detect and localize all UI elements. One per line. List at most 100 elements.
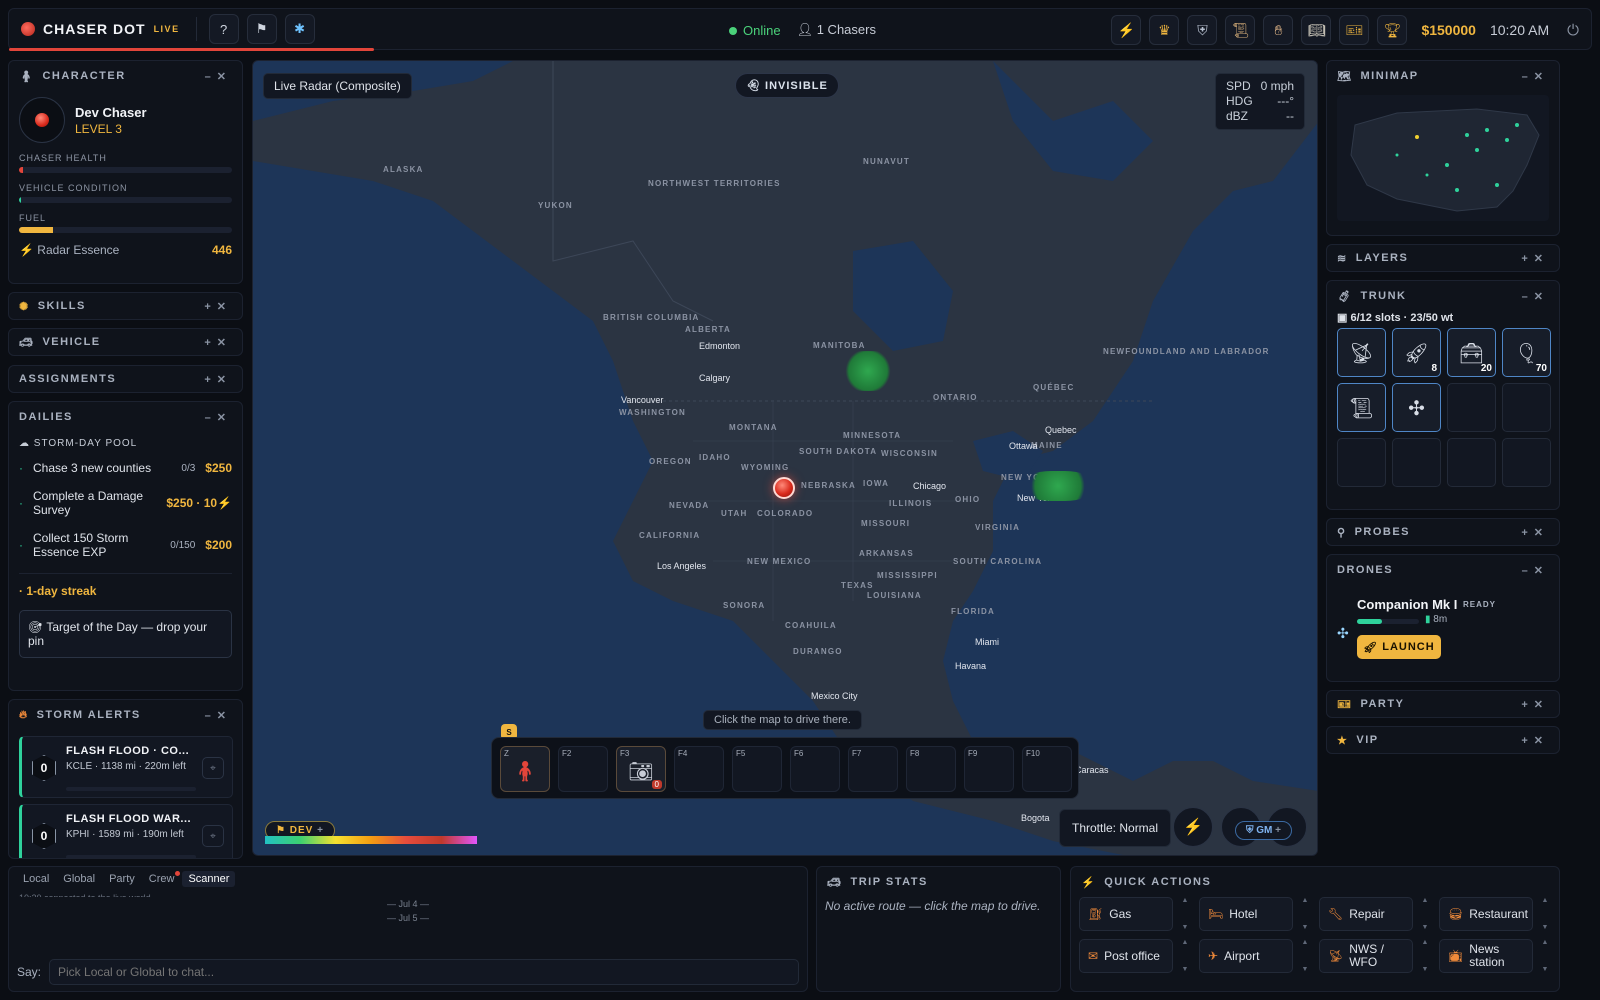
hotbar-slot[interactable]: F4 bbox=[674, 746, 724, 792]
trunk-slot[interactable] bbox=[1392, 438, 1441, 487]
skills-panel[interactable]: ✺ SKILLS +✕ bbox=[8, 292, 243, 320]
panel-controls[interactable]: +✕ bbox=[1521, 698, 1549, 711]
post-office-button[interactable]: ✉︎ Post office bbox=[1079, 939, 1173, 973]
hotbar-slot[interactable]: F8 bbox=[906, 746, 956, 792]
hotbar-slot[interactable]: F7 bbox=[848, 746, 898, 792]
target-of-day-button[interactable]: 🎯︎ Target of the Day — drop your pin bbox=[19, 610, 232, 658]
panel-controls[interactable]: –✕ bbox=[1522, 70, 1549, 83]
settings-button[interactable]: ✱ bbox=[284, 14, 315, 44]
storm-alert-card[interactable]: 0 FLASH FLOOD WAR... KPHI · 1589 mi · 190m… bbox=[19, 804, 233, 858]
layers-panel[interactable]: ≋ LAYERS +✕ bbox=[1326, 244, 1560, 272]
sort-arrows[interactable]: ▲ ▼ bbox=[1297, 897, 1313, 931]
panel-controls[interactable]: –✕ bbox=[205, 70, 232, 83]
hand-button[interactable]: ✋︎ bbox=[1263, 15, 1294, 45]
trunk-slot[interactable]: 🎈︎ 70 bbox=[1502, 328, 1551, 377]
hotbar-slot[interactable]: F10 bbox=[1022, 746, 1072, 792]
person-icon: 👤︎ bbox=[796, 22, 814, 37]
nws-button[interactable]: 📡︎ NWS / WFO bbox=[1319, 939, 1413, 973]
panel-controls[interactable]: –✕ bbox=[205, 709, 232, 722]
assignments-panel[interactable]: ASSIGNMENTS +✕ bbox=[8, 365, 243, 393]
panel-controls[interactable]: +✕ bbox=[1521, 252, 1549, 265]
shield-button[interactable]: ⛨ bbox=[1187, 15, 1218, 45]
repair-button[interactable]: 🔧︎ Repair bbox=[1319, 897, 1413, 931]
book-button[interactable]: 📖︎ bbox=[1301, 15, 1332, 45]
daily-item[interactable]: · Chase 3 new counties 0/3 $250 bbox=[19, 461, 232, 475]
chat-tab-local[interactable]: Local bbox=[17, 871, 55, 887]
hotbar-key: F5 bbox=[736, 749, 746, 758]
daily-item[interactable]: · Collect 150 Storm Essence EXP 0/150 $200 bbox=[19, 531, 232, 559]
sort-arrows[interactable]: ▲ ▼ bbox=[1177, 939, 1193, 973]
trophy-button[interactable]: 🏆︎ bbox=[1377, 15, 1408, 45]
chat-tab-party[interactable]: Party bbox=[103, 871, 141, 887]
panel-controls[interactable]: +✕ bbox=[204, 373, 232, 386]
scroll-button[interactable]: 📜︎ bbox=[1225, 15, 1256, 45]
gas-button[interactable]: ⛽︎ Gas bbox=[1079, 897, 1173, 931]
sort-arrows[interactable]: ▲ ▼ bbox=[1537, 897, 1553, 931]
trunk-slot[interactable] bbox=[1447, 438, 1496, 487]
daily-item[interactable]: · Complete a Damage Survey $250 · 10⚡ bbox=[19, 489, 232, 517]
trunk-slot[interactable] bbox=[1502, 438, 1551, 487]
panel-controls[interactable]: +✕ bbox=[1521, 526, 1549, 539]
hotel-button[interactable]: 🛏︎ Hotel bbox=[1199, 897, 1293, 931]
hotbar-slot[interactable]: F6 bbox=[790, 746, 840, 792]
vehicle-panel[interactable]: 🚙︎ VEHICLE +✕ bbox=[8, 328, 243, 356]
panel-controls[interactable]: –✕ bbox=[1522, 290, 1549, 303]
hotbar-slot[interactable]: F3 📷︎ 0 bbox=[616, 746, 666, 792]
sort-arrows[interactable]: ▲ ▼ bbox=[1417, 897, 1433, 931]
panel-controls[interactable]: –✕ bbox=[1522, 564, 1549, 577]
trunk-slot[interactable]: 🧰︎ 20 bbox=[1447, 328, 1496, 377]
sort-arrows[interactable]: ▲ ▼ bbox=[1537, 939, 1553, 973]
trunk-slot[interactable]: ✣ bbox=[1392, 383, 1441, 432]
chat-tab-global[interactable]: Global bbox=[57, 871, 101, 887]
settings-icon: ✱ bbox=[294, 21, 306, 36]
trunk-slot[interactable]: 📡︎ bbox=[1337, 328, 1386, 377]
trunk-slot[interactable]: 📜︎ bbox=[1337, 383, 1386, 432]
hotbar-key: F9 bbox=[968, 749, 978, 758]
trunk-slot[interactable]: 🚀︎ 8 bbox=[1392, 328, 1441, 377]
trunk-slot[interactable] bbox=[1337, 438, 1386, 487]
locate-button[interactable]: ⌖ bbox=[202, 825, 224, 847]
news-station-button[interactable]: 📺︎ News station bbox=[1439, 939, 1533, 973]
airport-button[interactable]: ✈︎ Airport bbox=[1199, 939, 1293, 973]
sort-arrows[interactable]: ▲ ▼ bbox=[1177, 897, 1193, 931]
trunk-slot[interactable] bbox=[1447, 383, 1496, 432]
chat-tab-crew[interactable]: Crew bbox=[143, 871, 181, 887]
boost-button[interactable]: ⚡ bbox=[1173, 807, 1213, 847]
bolt-button[interactable]: ⚡ bbox=[1111, 15, 1142, 45]
storm-alert-card[interactable]: 0 FLASH FLOOD · CO... KCLE · 1138 mi · 220… bbox=[19, 736, 233, 798]
alert-title: FLASH FLOOD · CO... bbox=[66, 745, 190, 757]
panel-controls[interactable]: +✕ bbox=[204, 336, 232, 349]
party-panel[interactable]: 🎫︎ PARTY +✕ bbox=[1326, 690, 1560, 718]
crown-button[interactable]: ♛ bbox=[1149, 15, 1180, 45]
restaurant-button[interactable]: 🍔︎ Restaurant bbox=[1439, 897, 1533, 931]
minimap-view[interactable] bbox=[1337, 95, 1549, 221]
probes-panel[interactable]: ⚲ PROBES +✕ bbox=[1326, 518, 1560, 546]
gm-badge[interactable]: ⛨ GM + bbox=[1235, 821, 1293, 840]
ticket-button[interactable]: 🎫︎ bbox=[1339, 15, 1370, 45]
trunk-slot[interactable] bbox=[1502, 383, 1551, 432]
power-button[interactable]: ⏻ bbox=[1567, 22, 1579, 39]
vip-panel[interactable]: ★ VIP +✕ bbox=[1326, 726, 1560, 754]
player-marker[interactable] bbox=[773, 477, 795, 499]
region-label: ILLINOIS bbox=[889, 499, 933, 508]
launch-button[interactable]: 🚀︎ LAUNCH bbox=[1357, 635, 1441, 659]
help-button[interactable]: ? bbox=[208, 14, 239, 44]
hotbar-slot[interactable]: Z 🧍︎ bbox=[500, 746, 550, 792]
avatar[interactable] bbox=[19, 97, 65, 143]
throttle-button[interactable]: Throttle: Normal bbox=[1059, 809, 1172, 847]
hotbar-slot[interactable]: F5 bbox=[732, 746, 782, 792]
hotbar-slot[interactable]: F2 bbox=[558, 746, 608, 792]
flag-button[interactable]: ⚑ bbox=[246, 14, 277, 44]
region-label: ARKANSAS bbox=[859, 549, 914, 558]
radar-map[interactable]: Live Radar (Composite) 👻︎ INVISIBLE SPD 0… bbox=[252, 60, 1318, 856]
chat-input[interactable] bbox=[49, 959, 799, 985]
chat-tab-scanner[interactable]: Scanner bbox=[182, 871, 236, 887]
invisible-badge[interactable]: 👻︎ INVISIBLE bbox=[735, 73, 839, 98]
sort-arrows[interactable]: ▲ ▼ bbox=[1417, 939, 1433, 973]
panel-controls[interactable]: +✕ bbox=[204, 300, 232, 313]
hotbar-slot[interactable]: F9 bbox=[964, 746, 1014, 792]
panel-controls[interactable]: –✕ bbox=[205, 411, 232, 424]
panel-controls[interactable]: +✕ bbox=[1521, 734, 1549, 747]
sort-arrows[interactable]: ▲ ▼ bbox=[1297, 939, 1313, 973]
locate-button[interactable]: ⌖ bbox=[202, 757, 224, 779]
